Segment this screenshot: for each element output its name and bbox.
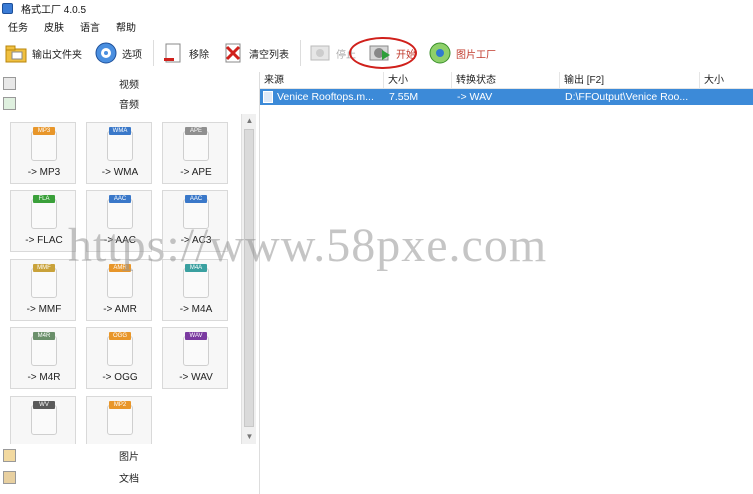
cell-output-size	[702, 89, 752, 105]
format-label: -> M4A	[179, 304, 213, 315]
remove-icon	[161, 41, 185, 65]
m4r-file-icon	[31, 336, 57, 366]
table-row[interactable]: Venice Rooftops.m... 7.55M -> WAV D:\FFO…	[260, 89, 753, 105]
clear-list-label: 清空列表	[249, 49, 289, 61]
format-tile-wv[interactable]: WV	[10, 396, 76, 444]
format-tag: MMF	[33, 264, 55, 272]
format-tile-mp2[interactable]: MP2	[86, 396, 152, 444]
format-tile-mmf[interactable]: MMF -> MMF	[10, 259, 76, 321]
folder-icon	[4, 41, 28, 65]
wma-file-icon	[107, 131, 133, 161]
options-icon	[94, 41, 118, 65]
cell-status: -> WAV	[457, 91, 493, 103]
highlight-annotation	[349, 37, 417, 69]
format-tag: FLA	[33, 195, 55, 203]
category-document-label: 文档	[119, 473, 139, 485]
mmf-file-icon	[31, 268, 57, 298]
cell-source: Venice Rooftops.m...	[277, 91, 374, 103]
format-tag: AAC	[109, 195, 131, 203]
col-output-size[interactable]: 大小	[700, 72, 753, 89]
toolbar-divider	[300, 40, 301, 66]
category-document[interactable]: 文档	[0, 467, 258, 487]
format-tag: MP2	[109, 401, 131, 409]
col-size[interactable]: 大小	[384, 72, 452, 89]
category-picture-label: 图片	[119, 451, 139, 463]
format-tile-mp3[interactable]: MP3 -> MP3	[10, 122, 76, 184]
ogg-file-icon	[107, 336, 133, 366]
format-tile-flac[interactable]: FLA -> FLAC	[10, 190, 76, 252]
remove-button[interactable]: 移除	[157, 38, 213, 68]
format-label: -> WAV	[179, 372, 213, 383]
format-tile-ape[interactable]: APE -> APE	[162, 122, 228, 184]
output-folder-label: 输出文件夹	[32, 49, 82, 61]
category-audio-label: 音频	[119, 99, 139, 111]
category-picture[interactable]: 图片	[0, 445, 258, 465]
format-label: -> MP3	[27, 167, 61, 178]
options-label: 选项	[122, 49, 142, 61]
scroll-up-icon[interactable]: ▲	[242, 114, 257, 128]
format-tag: OGG	[109, 332, 131, 340]
format-label: -> WMA	[101, 167, 139, 178]
menu-language[interactable]: 语言	[72, 19, 108, 34]
menu-skin[interactable]: 皮肤	[36, 19, 72, 34]
scroll-thumb[interactable]	[244, 129, 254, 427]
cell-size: 7.55M	[389, 91, 419, 103]
format-tag: APE	[185, 127, 207, 135]
clear-list-button[interactable]: 清空列表	[217, 38, 293, 68]
output-folder-button[interactable]: 输出文件夹	[0, 38, 86, 68]
format-grid: MP3 -> MP3 WMA -> WMA APE -> APE FLA -> …	[0, 114, 241, 444]
format-tag: WV	[33, 401, 55, 409]
watermark-text: https://www.58pxe.com	[68, 219, 548, 272]
mp2-file-icon	[107, 405, 133, 435]
format-label: -> APE	[180, 167, 212, 178]
cell-output: D:\FFOutput\Venice Roo...	[565, 91, 689, 103]
title-bar: 格式工厂 4.0.5	[0, 0, 753, 16]
format-tag: M4R	[33, 332, 55, 340]
format-label: -> OGG	[102, 372, 138, 383]
wv-file-icon	[31, 405, 57, 435]
format-label: -> MMF	[26, 304, 62, 315]
picture-factory-icon	[428, 41, 452, 65]
col-status[interactable]: 转换状态	[452, 72, 560, 89]
format-tile-m4r[interactable]: M4R -> M4R	[10, 327, 76, 389]
toolbar-divider	[153, 40, 154, 66]
format-tag: WMA	[109, 127, 131, 135]
menu-help[interactable]: 帮助	[108, 19, 144, 34]
picture-factory-button[interactable]: 图片工厂	[424, 38, 500, 68]
format-grid-scrollbar[interactable]: ▲ ▼	[241, 114, 256, 444]
flac-file-icon	[31, 199, 57, 229]
scroll-down-icon[interactable]: ▼	[242, 430, 257, 444]
category-video[interactable]: 视频	[0, 73, 258, 93]
mp3-file-icon	[31, 131, 57, 161]
audio-file-icon	[263, 91, 273, 103]
col-output[interactable]: 输出 [F2]	[560, 72, 700, 89]
menu-task[interactable]: 任务	[0, 19, 36, 34]
format-label: -> AMR	[103, 304, 137, 315]
ape-file-icon	[183, 131, 209, 161]
format-label: -> M4R	[27, 372, 61, 383]
task-list: 来源 大小 转换状态 输出 [F2] 大小 Venice Rooftops.m.…	[259, 72, 753, 494]
format-tag: WAV	[185, 332, 207, 340]
picture-factory-label: 图片工厂	[456, 49, 496, 61]
category-video-label: 视频	[119, 79, 139, 91]
format-tile-ogg[interactable]: OGG -> OGG	[86, 327, 152, 389]
format-tile-wma[interactable]: WMA -> WMA	[86, 122, 152, 184]
app-icon	[2, 2, 13, 14]
options-button[interactable]: 选项	[90, 38, 146, 68]
stop-icon	[308, 41, 332, 65]
format-tag: MP3	[33, 127, 55, 135]
remove-label: 移除	[189, 49, 209, 61]
col-source[interactable]: 来源	[260, 72, 384, 89]
menu-bar: 任务 皮肤 语言 帮助	[0, 18, 144, 34]
window-title: 格式工厂 4.0.5	[21, 4, 87, 16]
clear-icon	[221, 41, 245, 65]
category-audio[interactable]: 音频	[0, 93, 258, 113]
format-tile-wav[interactable]: WAV -> WAV	[162, 327, 228, 389]
format-tag: AAC	[185, 195, 207, 203]
table-header: 来源 大小 转换状态 输出 [F2] 大小	[260, 72, 753, 89]
wav-file-icon	[183, 336, 209, 366]
